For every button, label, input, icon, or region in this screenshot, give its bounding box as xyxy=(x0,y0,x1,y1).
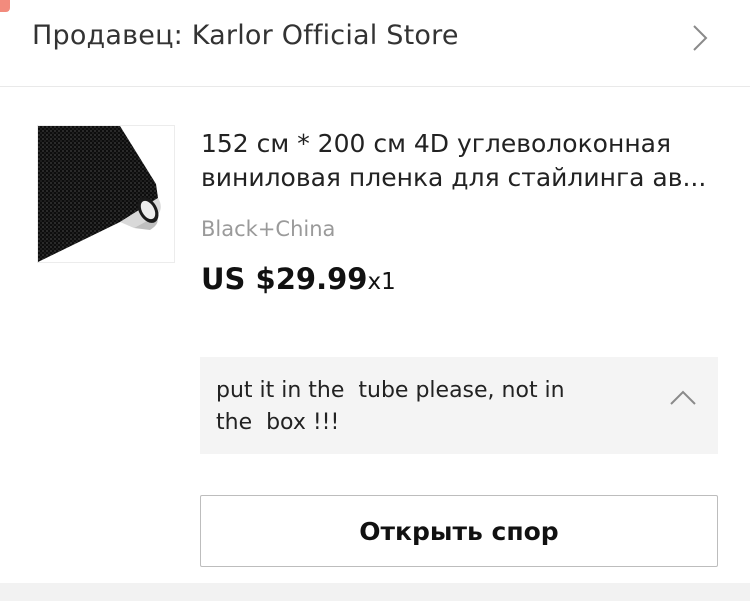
product-quantity: x1 xyxy=(367,269,396,295)
chevron-up-icon[interactable] xyxy=(668,387,698,407)
buyer-note-box[interactable]: put it in the tube please, not in the bo… xyxy=(200,357,718,454)
product-title[interactable]: 152 см * 200 см 4D углеволоконная винило… xyxy=(201,127,721,195)
product-price: US $29.99 xyxy=(201,262,368,296)
bottom-divider xyxy=(0,583,750,601)
product-image[interactable] xyxy=(37,125,175,263)
order-item-page: Продавец: Karlor Official Store 152 см *… xyxy=(0,0,750,601)
seller-row[interactable]: Продавец: Karlor Official Store xyxy=(0,0,750,87)
product-variant: Black+China xyxy=(201,217,336,241)
price-row: US $29.99x1 xyxy=(201,262,396,296)
chevron-right-icon[interactable] xyxy=(690,23,710,53)
seller-title: Продавец: Karlor Official Store xyxy=(32,20,459,51)
open-dispute-button[interactable]: Открыть спор xyxy=(200,495,718,567)
carbon-fiber-roll-image xyxy=(38,126,174,262)
buyer-note-text: put it in the tube please, not in the bo… xyxy=(216,378,565,435)
